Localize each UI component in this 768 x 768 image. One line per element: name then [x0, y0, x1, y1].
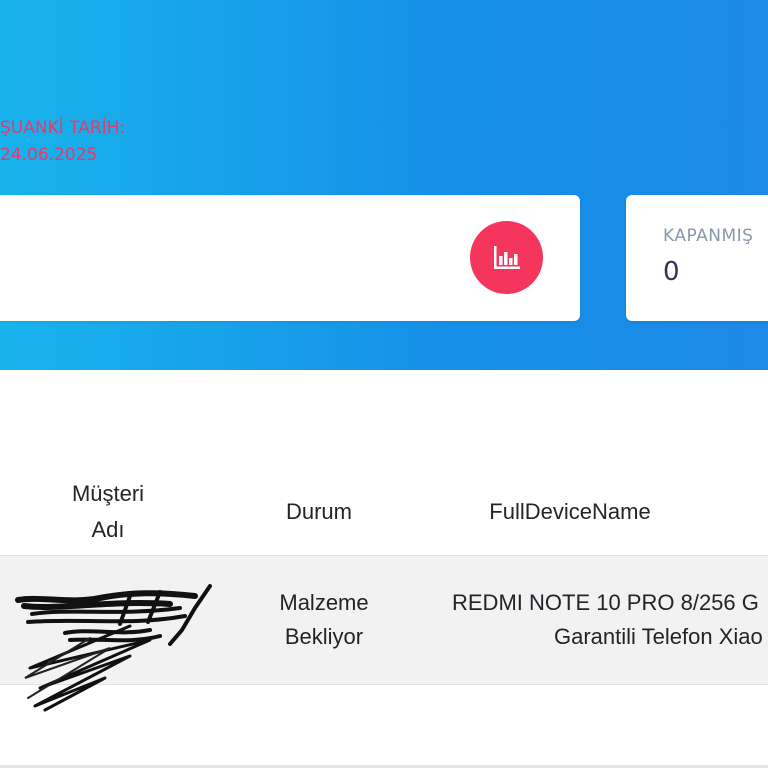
column-header-durum[interactable]: Durum	[244, 494, 394, 530]
header-banner: ŞUANKİ TARİH: 24.06.2025 KAPANMIŞ 0	[0, 0, 768, 370]
cell-device-line1: REDMI NOTE 10 PRO 8/256 G	[452, 590, 759, 615]
column-header-full-device-name[interactable]: FullDeviceName	[430, 494, 710, 530]
redaction-scribble	[15, 584, 212, 712]
closed-stat-card: KAPANMIŞ 0	[626, 195, 768, 321]
closed-stat-value: 0	[663, 257, 680, 287]
current-date-value: 24.06.2025	[0, 145, 98, 165]
current-date-label: ŞUANKİ TARİH:	[0, 118, 126, 138]
cell-device-line2: Garantili Telefon Xiao	[554, 624, 763, 649]
bar-chart-icon	[470, 221, 543, 294]
column-header-musteri-line2: Adı	[91, 517, 125, 542]
stat-card	[0, 195, 580, 321]
cell-durum: Malzeme Bekliyor	[279, 590, 369, 649]
column-header-musteri-line1: Müşteri	[71, 481, 145, 506]
closed-stat-title: KAPANMIŞ	[663, 226, 754, 246]
column-header-musteri-adi[interactable]: Müşteri Adı	[28, 476, 188, 548]
page: ŞUANKİ TARİH: 24.06.2025 KAPANMIŞ 0 Müşt…	[0, 0, 768, 768]
bar-chart-icon-svg	[493, 245, 520, 269]
